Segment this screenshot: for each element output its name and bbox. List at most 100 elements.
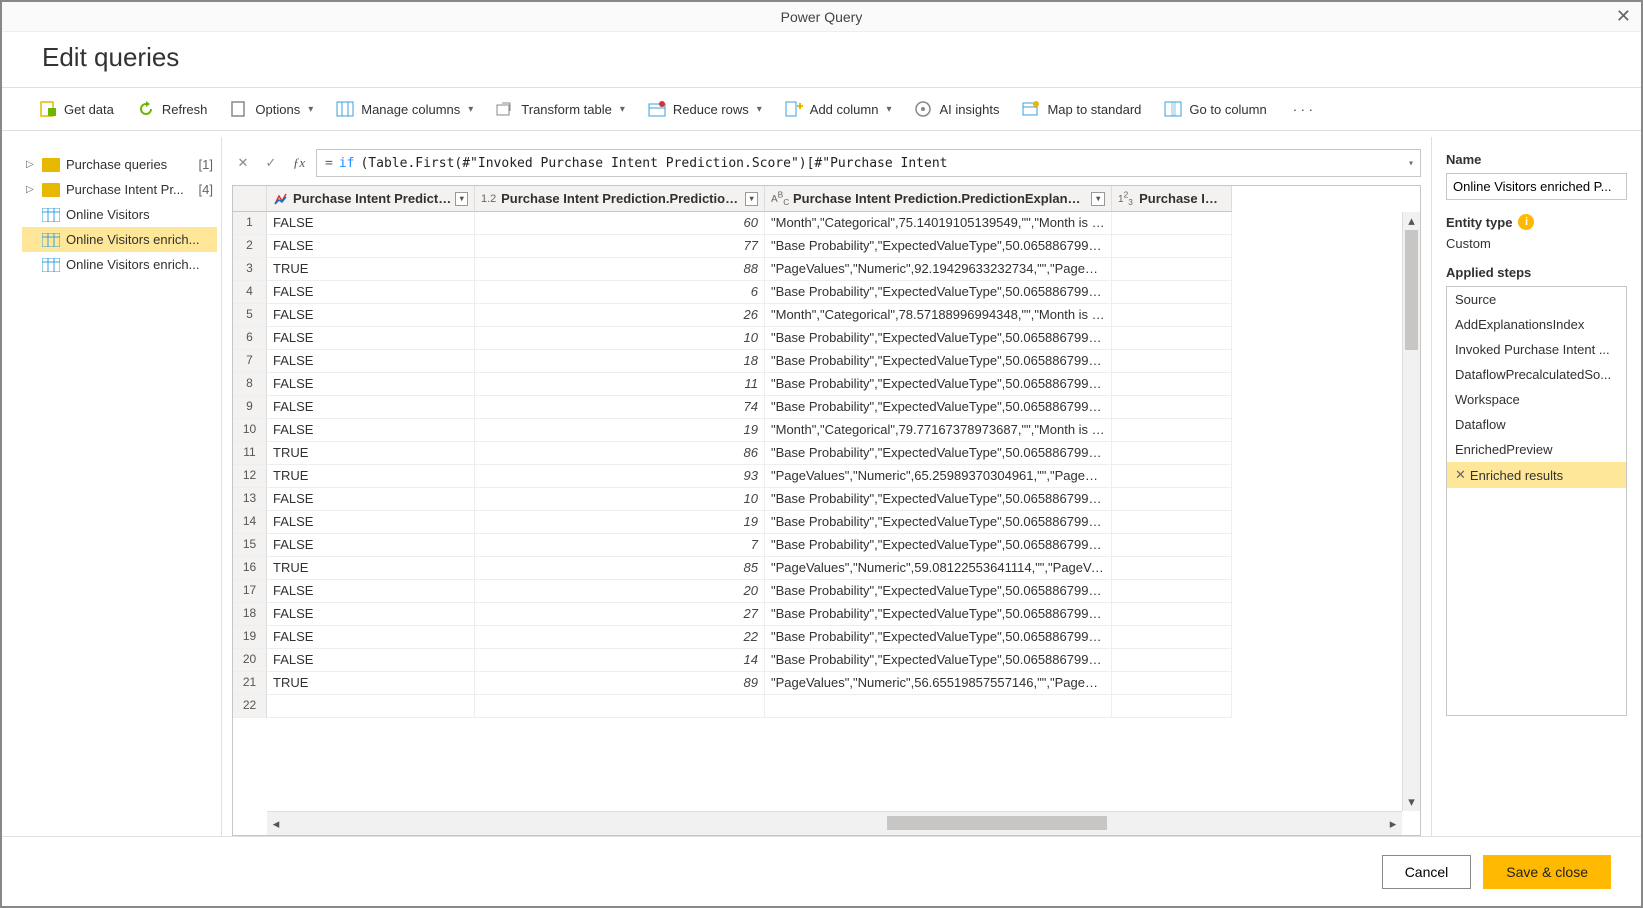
cell[interactable]: "Base Probability","ExpectedValueType",5… <box>765 603 1112 626</box>
cell[interactable]: TRUE <box>267 672 475 695</box>
cell[interactable]: 19 <box>475 419 765 442</box>
cell[interactable]: "Base Probability","ExpectedValueType",5… <box>765 235 1112 258</box>
applied-step[interactable]: Workspace <box>1447 387 1626 412</box>
cell[interactable]: TRUE <box>267 258 475 281</box>
ai-insights-button[interactable]: AI insights <box>905 94 1007 124</box>
cell[interactable]: FALSE <box>267 580 475 603</box>
cell[interactable]: FALSE <box>267 235 475 258</box>
cell[interactable] <box>1112 235 1232 258</box>
cell[interactable]: 19 <box>475 511 765 534</box>
row-number[interactable]: 22 <box>233 695 267 718</box>
row-number[interactable]: 20 <box>233 649 267 672</box>
row-number[interactable]: 9 <box>233 396 267 419</box>
applied-step[interactable]: Dataflow <box>1447 412 1626 437</box>
applied-step[interactable]: ✕Enriched results <box>1447 462 1626 488</box>
cell[interactable]: "Month","Categorical",78.5718899699434​8… <box>765 304 1112 327</box>
filter-dropdown-icon[interactable]: ▾ <box>1091 192 1105 206</box>
column-header[interactable]: 123Purchase Inter <box>1112 186 1232 212</box>
query-item[interactable]: Online Visitors <box>22 202 217 227</box>
row-number[interactable]: 21 <box>233 672 267 695</box>
cell[interactable] <box>1112 695 1232 718</box>
scroll-down-icon[interactable]: ▾ <box>1403 793 1420 811</box>
cell[interactable]: "Base Probability","ExpectedValueType",5… <box>765 511 1112 534</box>
column-header[interactable]: 1.2Purchase Intent Prediction.Prediction… <box>475 186 765 212</box>
applied-step[interactable]: Invoked Purchase Intent ... <box>1447 337 1626 362</box>
cell[interactable]: 26 <box>475 304 765 327</box>
cell[interactable]: "Base Probability","ExpectedValueType",5… <box>765 350 1112 373</box>
scroll-left-icon[interactable]: ◂ <box>267 812 285 836</box>
filter-dropdown-icon[interactable]: ▾ <box>455 192 468 206</box>
cell[interactable]: "PageValues","Numeric",56.65519857557146… <box>765 672 1112 695</box>
more-button[interactable]: · · · <box>1281 96 1325 123</box>
row-number[interactable]: 15 <box>233 534 267 557</box>
cell[interactable]: 7 <box>475 534 765 557</box>
cell[interactable] <box>1112 465 1232 488</box>
row-number[interactable]: 13 <box>233 488 267 511</box>
cell[interactable]: FALSE <box>267 350 475 373</box>
transform-table-button[interactable]: Transform table ▾ <box>487 94 633 124</box>
cell[interactable]: FALSE <box>267 603 475 626</box>
cell[interactable]: "Base Probability","ExpectedValueType",5… <box>765 488 1112 511</box>
column-header[interactable]: Purchase Intent Prediction....▾ <box>267 186 475 212</box>
applied-step[interactable]: Source <box>1447 287 1626 312</box>
expand-icon[interactable]: ▷ <box>26 159 36 170</box>
query-item[interactable]: Online Visitors enrich... <box>22 252 217 277</box>
cell[interactable] <box>1112 396 1232 419</box>
refresh-button[interactable]: Refresh <box>128 94 216 124</box>
cell[interactable] <box>1112 419 1232 442</box>
cell[interactable]: FALSE <box>267 511 475 534</box>
row-number[interactable]: 2 <box>233 235 267 258</box>
cell[interactable]: TRUE <box>267 465 475 488</box>
scroll-thumb[interactable] <box>1405 230 1418 350</box>
cell[interactable]: FALSE <box>267 281 475 304</box>
query-item[interactable]: ▷Purchase Intent Pr...[4] <box>22 177 217 202</box>
row-number[interactable]: 4 <box>233 281 267 304</box>
cell[interactable]: "Base Probability","ExpectedValueType",5… <box>765 281 1112 304</box>
row-number[interactable]: 7 <box>233 350 267 373</box>
horizontal-scrollbar[interactable]: ◂ ▸ <box>267 811 1402 835</box>
options-button[interactable]: Options ▾ <box>221 94 321 124</box>
applied-step[interactable]: DataflowPrecalculatedSo... <box>1447 362 1626 387</box>
row-number[interactable]: 17 <box>233 580 267 603</box>
cell[interactable] <box>475 695 765 718</box>
go-to-column-button[interactable]: Go to column <box>1155 94 1274 124</box>
info-icon[interactable]: i <box>1518 214 1534 230</box>
cell[interactable]: 60 <box>475 212 765 235</box>
cell[interactable] <box>1112 603 1232 626</box>
row-number[interactable]: 18 <box>233 603 267 626</box>
cell[interactable]: 93 <box>475 465 765 488</box>
cell[interactable] <box>1112 649 1232 672</box>
cell[interactable] <box>1112 511 1232 534</box>
cell[interactable]: FALSE <box>267 396 475 419</box>
cell[interactable]: 6 <box>475 281 765 304</box>
cell[interactable]: "Base Probability","ExpectedValueType",5… <box>765 396 1112 419</box>
formula-expand-icon[interactable]: ▾ <box>1408 158 1414 169</box>
cell[interactable]: 77 <box>475 235 765 258</box>
save-close-button[interactable]: Save & close <box>1483 855 1611 889</box>
cell[interactable]: FALSE <box>267 534 475 557</box>
query-item[interactable]: Online Visitors enrich... <box>22 227 217 252</box>
cell[interactable]: FALSE <box>267 327 475 350</box>
commit-formula-icon[interactable]: ✓ <box>260 152 282 174</box>
row-number[interactable]: 8 <box>233 373 267 396</box>
cell[interactable] <box>267 695 475 718</box>
cell[interactable] <box>765 695 1112 718</box>
applied-step[interactable]: AddExplanationsIndex <box>1447 312 1626 337</box>
scroll-up-icon[interactable]: ▴ <box>1403 212 1420 230</box>
cell[interactable]: "PageValues","Numeric",92.19429633232734… <box>765 258 1112 281</box>
cell[interactable]: "Base Probability","ExpectedValueType",5… <box>765 373 1112 396</box>
delete-step-icon[interactable]: ✕ <box>1455 467 1466 483</box>
cell[interactable]: FALSE <box>267 626 475 649</box>
filter-dropdown-icon[interactable]: ▾ <box>745 192 758 206</box>
applied-step[interactable]: EnrichedPreview <box>1447 437 1626 462</box>
cell[interactable]: 10 <box>475 327 765 350</box>
cell[interactable]: TRUE <box>267 442 475 465</box>
cell[interactable]: FALSE <box>267 419 475 442</box>
cell[interactable] <box>1112 672 1232 695</box>
cell[interactable]: 22 <box>475 626 765 649</box>
cell[interactable]: 10 <box>475 488 765 511</box>
cell[interactable]: 11 <box>475 373 765 396</box>
cell[interactable]: 20 <box>475 580 765 603</box>
column-header[interactable]: ABCPurchase Intent Prediction.Prediction… <box>765 186 1112 212</box>
cell[interactable]: 18 <box>475 350 765 373</box>
